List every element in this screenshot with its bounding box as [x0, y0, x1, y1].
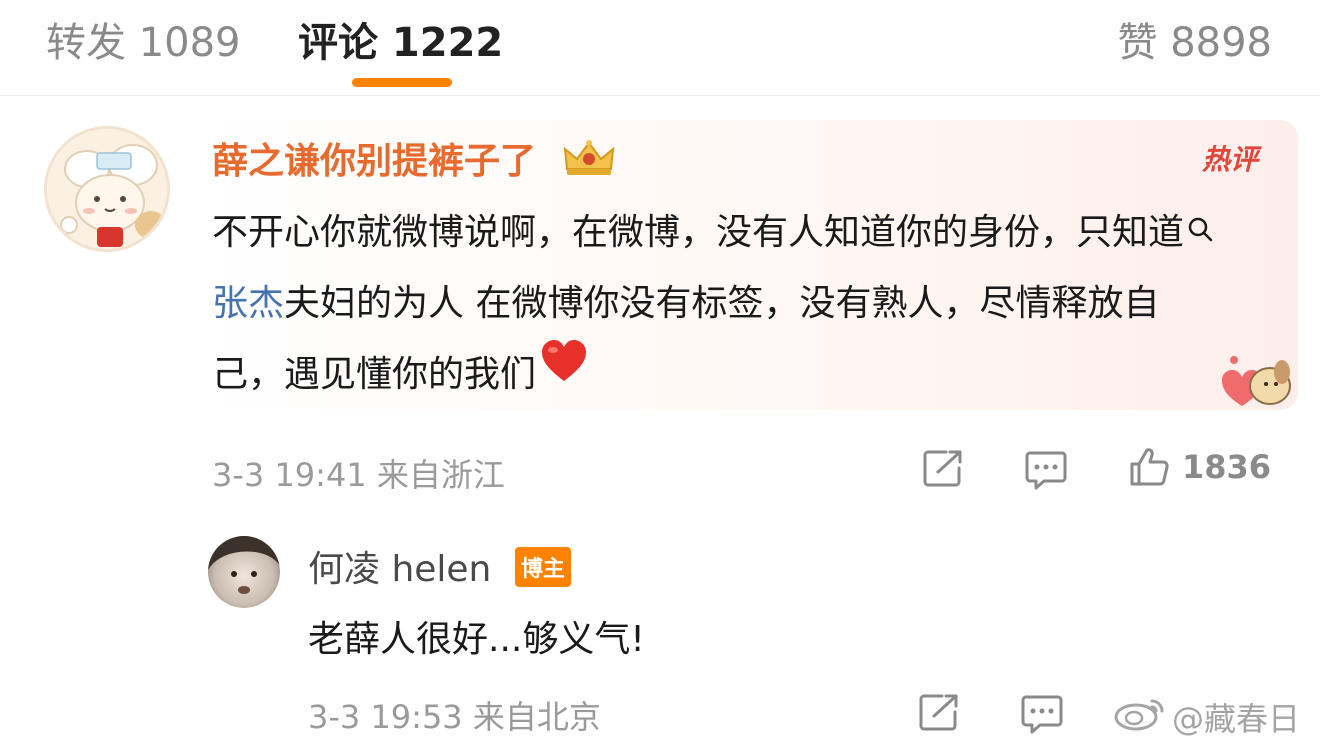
reply-avatar[interactable] [208, 536, 280, 608]
author-badge: 博主 [514, 547, 571, 587]
like-count: 1836 [1182, 448, 1272, 486]
username-text[interactable]: 薛之谦你别提裤子了 [212, 141, 536, 182]
like-icon [1130, 448, 1169, 486]
reply-username-text[interactable]: 何凌 helen [308, 549, 491, 590]
comment-meta: 3-3 19:41 来自浙江 [212, 456, 505, 494]
active-tab-indicator [352, 78, 452, 87]
sticker-decoration [1212, 352, 1298, 418]
crown-icon [561, 139, 617, 188]
hot-comment-badge: 热评 [1202, 143, 1259, 176]
reply-share-button[interactable] [918, 692, 962, 732]
like-button[interactable]: 1836 [1128, 446, 1271, 488]
tab-likes[interactable]: 赞 8898 [1117, 10, 1272, 68]
share-icon [923, 450, 962, 487]
share-button[interactable] [922, 448, 966, 488]
watermark-text: @藏春日 [1172, 700, 1301, 738]
reply-text: 老薛人很好...够义气! [308, 619, 645, 660]
comment-tabs: 转发 1089 评论 1222 赞 8898 [0, 0, 1320, 96]
heart-icon [540, 338, 588, 406]
reply-meta: 3-3 19:53 来自北京 [308, 698, 601, 736]
watermark: @藏春日 [1112, 694, 1300, 740]
search-icon [1186, 198, 1214, 266]
reply-button[interactable] [1024, 450, 1068, 490]
weibo-logo-icon [1112, 695, 1168, 739]
reply-username[interactable]: 何凌 helen 博主 [308, 540, 571, 595]
comment-text-part1: 不开心你就微博说啊，在微博，没有人知道你的身份，只知道 [212, 212, 1185, 253]
tab-comments[interactable]: 评论 1222 [298, 10, 503, 68]
search-link[interactable]: 张杰 [212, 283, 284, 324]
comment-username[interactable]: 薛之谦你别提裤子了 [212, 132, 617, 188]
comment-icon [1021, 695, 1063, 734]
comment-icon [1025, 451, 1067, 490]
comment-text: 不开心你就微博说啊，在微博，没有人知道你的身份，只知道张杰夫妇的为人 在微博你没… [212, 198, 1222, 414]
avatar-illustration [47, 129, 167, 249]
share-icon [919, 694, 958, 731]
comment-text-part2: 夫妇的为人 在微博你没有标签，没有熟人，尽情释放自己，遇见懂你的我们 [212, 283, 1160, 395]
avatar[interactable] [44, 126, 170, 252]
tab-repost[interactable]: 转发 1089 [46, 10, 241, 68]
avatar-photo [208, 536, 280, 594]
reply-comment-button[interactable] [1020, 694, 1064, 734]
